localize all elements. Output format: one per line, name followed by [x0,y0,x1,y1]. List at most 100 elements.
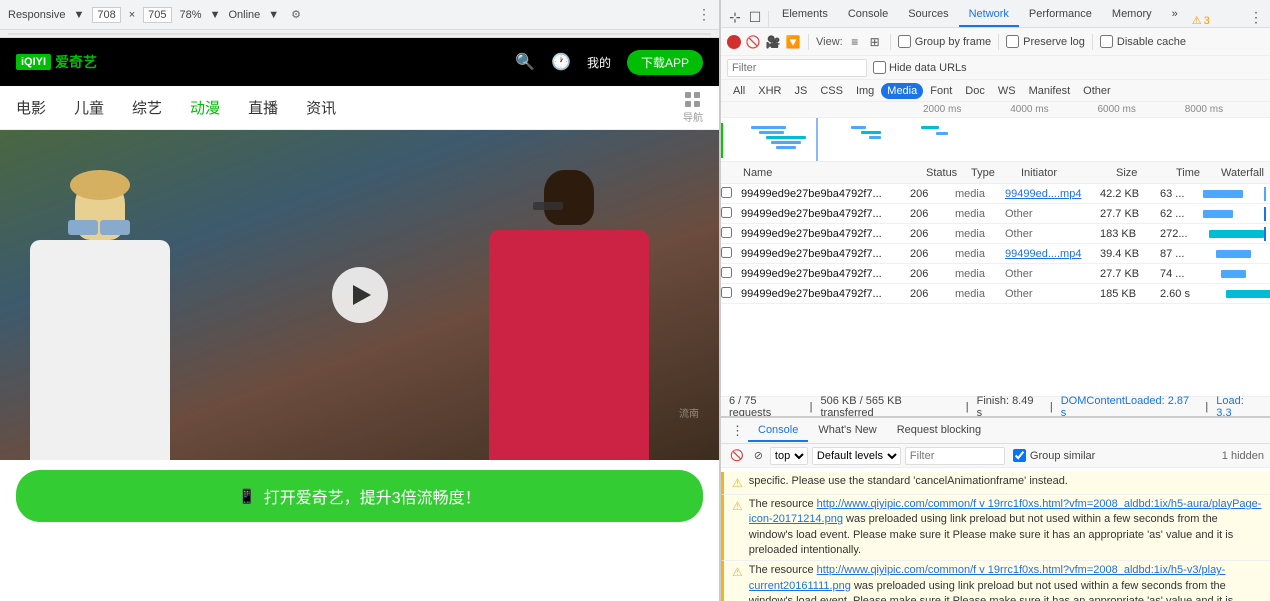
tl-bar-9 [921,126,939,129]
type-tab-other[interactable]: Other [1077,83,1117,99]
console-tab-console[interactable]: Console [748,420,808,442]
table-row[interactable]: 99499ed9e27be9ba4792f7... 206 media Othe… [721,264,1270,284]
row-checkbox[interactable] [721,267,732,278]
type-tab-all[interactable]: All [727,83,751,99]
row-checkbox[interactable] [721,187,732,198]
row-status: 206 [906,288,951,300]
type-tab-media[interactable]: Media [881,83,923,99]
filter-input[interactable] [727,59,867,77]
table-row[interactable]: 99499ed9e27be9ba4792f7... 206 media Othe… [721,284,1270,304]
disable-cache-checkbox[interactable] [1100,35,1113,48]
type-tab-manifest[interactable]: Manifest [1023,83,1077,99]
row-type: media [951,228,1001,240]
view-list-btn[interactable]: ≡ [847,34,863,50]
row-initiator[interactable]: 99499ed....mp4 [1001,248,1096,260]
tab-more[interactable]: » [1162,3,1188,27]
tab-performance[interactable]: Performance [1019,3,1102,27]
group-by-frame-checkbox[interactable] [898,35,911,48]
col-header-time[interactable]: Time [1172,167,1217,179]
type-tab-js[interactable]: JS [788,83,813,99]
type-tab-doc[interactable]: Doc [959,83,991,99]
console-stop-btn[interactable]: ⊘ [751,449,766,462]
type-tab-ws[interactable]: WS [992,83,1022,99]
group-by-frame-label[interactable]: Group by frame [898,35,991,48]
dim-width[interactable]: 708 [92,7,120,23]
console-tab-request-blocking[interactable]: Request blocking [887,420,991,442]
play-button[interactable] [332,267,388,323]
toolbar-more-icon[interactable]: ⋮ [697,6,711,23]
nav-news[interactable]: 资讯 [306,97,336,118]
console-tab-whats-new[interactable]: What's New [808,420,886,442]
row-initiator[interactable]: 99499ed....mp4 [1001,188,1096,200]
col-header-size[interactable]: Size [1112,167,1172,179]
console-link[interactable]: http://www.qiyipic.com/common/f v 19rrc1… [749,498,1262,525]
online-label[interactable]: Online [228,9,260,21]
col-header-initiator[interactable]: Initiator [1017,167,1112,179]
warning-badge[interactable]: ⚠ 3 [1192,14,1210,27]
console-link[interactable]: http://www.qiyipic.com/common/f v 19rrc1… [749,564,1226,591]
type-tab-img[interactable]: Img [850,83,880,99]
devtools-more-icon[interactable]: ⋮ [1246,7,1266,27]
video-player[interactable]: 流南 [0,130,719,460]
console-filter-input[interactable] [905,447,1005,465]
row-checkbox[interactable] [721,227,732,238]
open-app-button[interactable]: 📱 打开爱奇艺，提升3倍流畅度！ [16,470,703,522]
row-status: 206 [906,268,951,280]
disable-cache-label[interactable]: Disable cache [1100,35,1186,48]
tab-network[interactable]: Network [959,3,1019,27]
filter-icon-btn[interactable]: 🔽 [785,34,801,50]
col-header-waterfall[interactable]: Waterfall [1217,167,1270,179]
preserve-log-label[interactable]: Preserve log [1006,35,1085,48]
row-checkbox[interactable] [721,287,732,298]
nav-more[interactable]: 导航 [683,92,703,124]
group-similar-label[interactable]: Group similar [1013,449,1095,462]
responsive-label[interactable]: Responsive [8,9,65,21]
type-tab-font[interactable]: Font [924,83,958,99]
col-header-name[interactable]: Name [737,167,922,179]
record-button[interactable] [727,35,741,49]
preserve-log-checkbox[interactable] [1006,35,1019,48]
toolbar-sep4 [1092,34,1093,50]
settings-icon[interactable]: ⚙ [291,8,301,21]
tab-sources[interactable]: Sources [898,3,958,27]
col-header-type[interactable]: Type [967,167,1017,179]
download-app-button[interactable]: 下载APP [627,50,703,75]
group-similar-checkbox[interactable] [1013,449,1026,462]
nav-movies[interactable]: 电影 [16,97,46,118]
search-icon[interactable]: 🔍 [515,52,535,72]
history-icon[interactable]: 🕐 [551,52,571,72]
console-context-select[interactable]: top [770,447,808,465]
table-row[interactable]: 99499ed9e27be9ba4792f7... 206 media Othe… [721,204,1270,224]
type-tab-css[interactable]: CSS [814,83,849,99]
nav-live[interactable]: 直播 [248,97,278,118]
row-time: 63 ... [1156,188,1201,200]
console-tab-dots[interactable]: ⋮ [727,423,748,439]
stop-button[interactable]: 🚫 [745,34,761,50]
devtools-icon-device[interactable]: ☐ [745,7,765,27]
hide-urls-checkbox[interactable] [873,61,886,74]
nav-anime[interactable]: 动漫 [190,97,220,118]
resize-handle-strip[interactable] [0,30,719,38]
clear-button[interactable]: 🎥 [765,34,781,50]
zoom-label[interactable]: 78% [180,9,202,21]
console-levels-select[interactable]: Default levels [812,447,901,465]
tab-memory[interactable]: Memory [1102,3,1162,27]
col-header-status[interactable]: Status [922,167,967,179]
tab-console[interactable]: Console [838,3,898,27]
nav-variety[interactable]: 综艺 [132,97,162,118]
user-label[interactable]: 我的 [587,54,611,71]
devtools-icon-cursor[interactable]: ⊹ [725,7,745,27]
view-large-btn[interactable]: ⊞ [867,34,883,50]
table-row[interactable]: 99499ed9e27be9ba4792f7... 206 media 9949… [721,244,1270,264]
console-clear-btn[interactable]: 🚫 [727,449,747,462]
hide-urls-label[interactable]: Hide data URLs [873,61,967,74]
dim-height[interactable]: 705 [143,7,171,23]
table-row[interactable]: 99499ed9e27be9ba4792f7... 206 media Othe… [721,224,1270,244]
row-checkbox[interactable] [721,207,732,218]
page-content: iQIYI 爱奇艺 🔍 🕐 我的 下载APP 电影 儿童 综艺 动漫 直播 资讯 [0,38,719,601]
table-row[interactable]: 99499ed9e27be9ba4792f7... 206 media 9949… [721,184,1270,204]
nav-kids[interactable]: 儿童 [74,97,104,118]
tab-elements[interactable]: Elements [772,3,838,27]
type-tab-xhr[interactable]: XHR [752,83,787,99]
row-checkbox[interactable] [721,247,732,258]
